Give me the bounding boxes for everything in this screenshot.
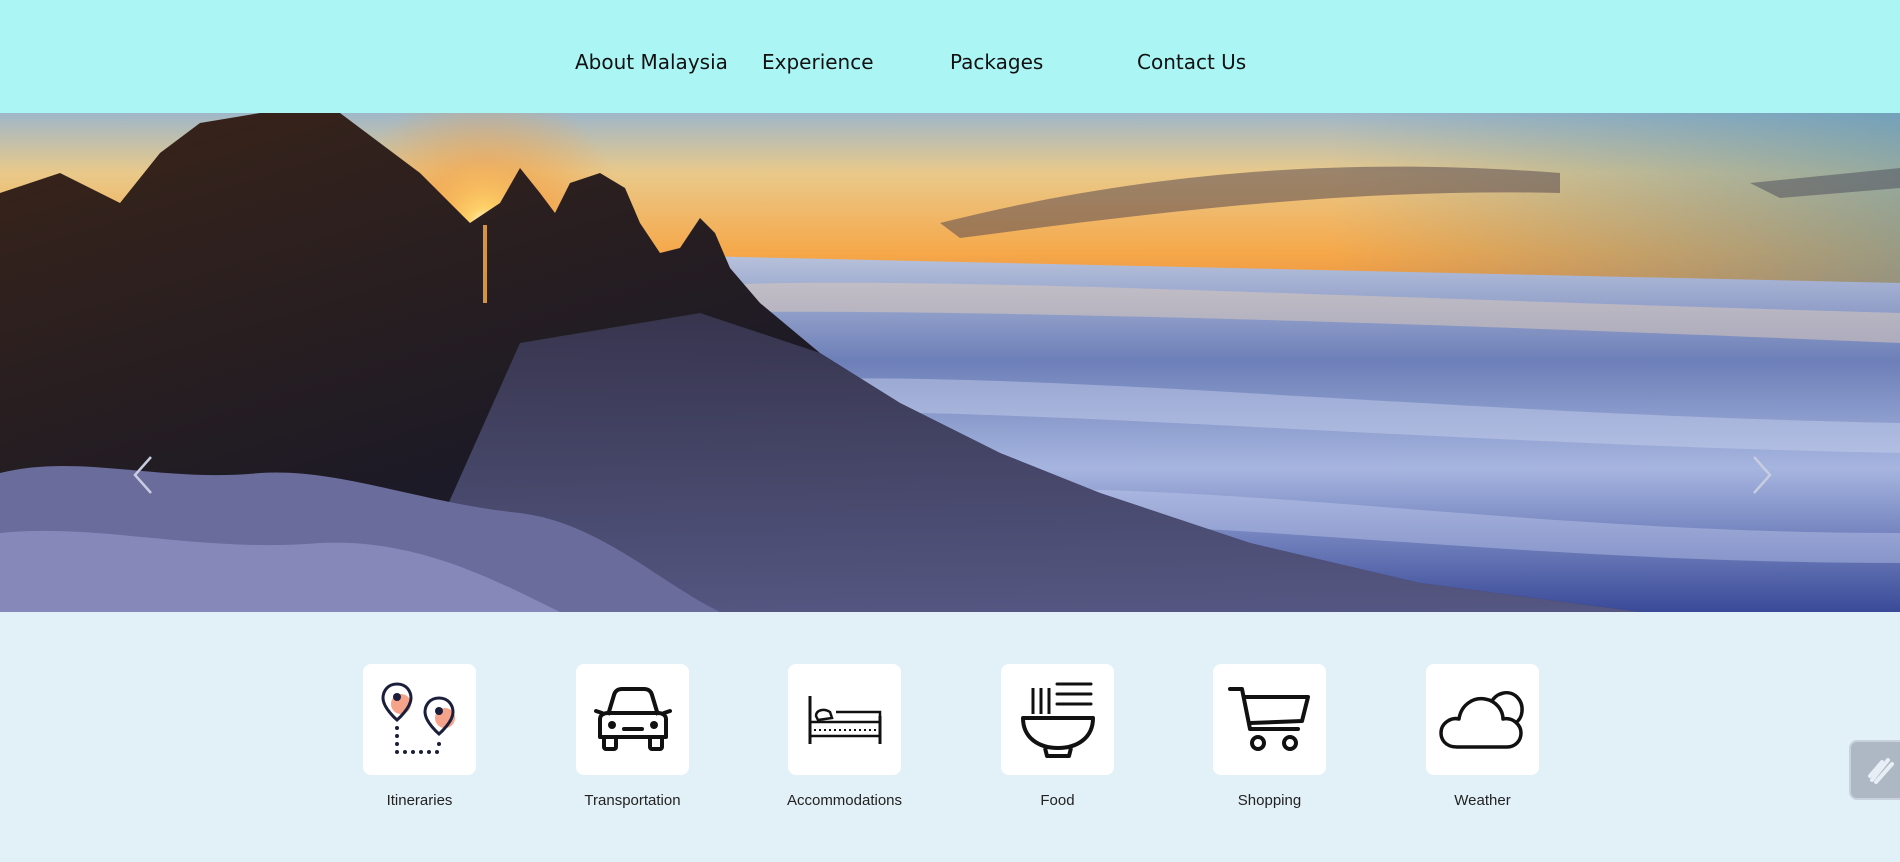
category-label: Weather bbox=[1454, 792, 1511, 809]
category-accommodations: Accommodations bbox=[787, 664, 902, 809]
noodle-bowl-icon bbox=[1020, 682, 1095, 758]
category-food: Food bbox=[1001, 664, 1114, 809]
car-icon bbox=[593, 686, 672, 751]
nav-contact-us[interactable]: Contact Us bbox=[1137, 50, 1246, 74]
category-label: Itineraries bbox=[386, 792, 453, 809]
category-shopping: Shopping bbox=[1213, 664, 1326, 809]
category-itineraries-button[interactable] bbox=[363, 664, 476, 775]
category-weather-button[interactable] bbox=[1426, 664, 1539, 775]
category-transportation: Transportation bbox=[576, 664, 689, 809]
hero-carousel bbox=[0, 113, 1900, 612]
category-weather: Weather bbox=[1426, 664, 1539, 809]
category-label: Accommodations bbox=[786, 792, 903, 809]
carousel-prev-button[interactable] bbox=[125, 453, 165, 497]
category-label: Shopping bbox=[1237, 792, 1302, 809]
category-accommodations-button[interactable] bbox=[788, 664, 901, 775]
nav-packages[interactable]: Packages bbox=[950, 50, 1043, 74]
category-label: Transportation bbox=[584, 792, 681, 809]
category-label: Food bbox=[1040, 792, 1075, 809]
chevron-right-icon bbox=[1753, 456, 1772, 494]
nav-about-malaysia[interactable]: About Malaysia bbox=[575, 50, 728, 74]
top-navigation: About Malaysia Experience Packages Conta… bbox=[0, 0, 1900, 113]
chevron-left-icon bbox=[133, 456, 152, 494]
bed-icon bbox=[808, 695, 881, 744]
shopping-cart-icon bbox=[1227, 686, 1310, 751]
category-itineraries: Itineraries bbox=[363, 664, 476, 809]
floating-helper-button[interactable] bbox=[1849, 740, 1900, 800]
cloud-sun-icon bbox=[1438, 690, 1524, 749]
map-route-icon bbox=[380, 681, 455, 754]
nav-experience[interactable]: Experience bbox=[762, 50, 874, 74]
hero-image bbox=[0, 113, 1900, 612]
bolt-icon bbox=[1868, 758, 1894, 784]
category-food-button[interactable] bbox=[1001, 664, 1114, 775]
category-shopping-button[interactable] bbox=[1213, 664, 1326, 775]
carousel-next-button[interactable] bbox=[1740, 453, 1780, 497]
category-transportation-button[interactable] bbox=[576, 664, 689, 775]
